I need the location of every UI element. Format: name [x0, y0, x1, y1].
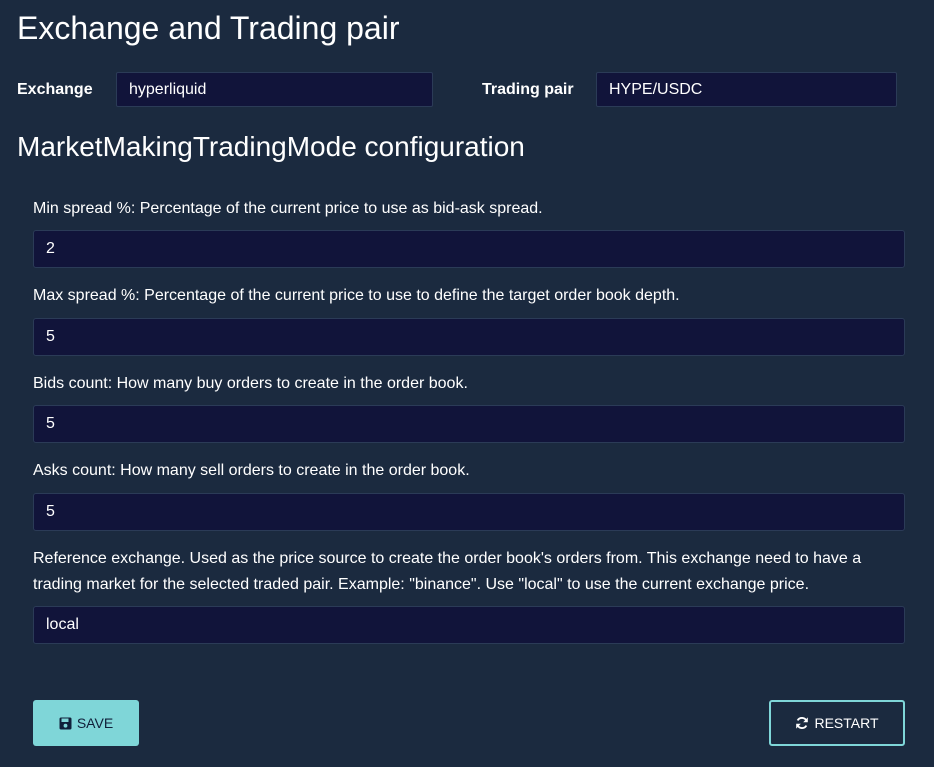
- max-spread-label: Max spread %: Percentage of the current …: [33, 287, 680, 304]
- bids-count-label: Bids count: How many buy orders to creat…: [33, 375, 468, 392]
- save-button[interactable]: SAVE: [33, 700, 139, 746]
- reference-exchange-label: Reference exchange. Used as the price so…: [33, 550, 862, 593]
- min-spread-label: Min spread %: Percentage of the current …: [33, 200, 543, 217]
- floppy-disk-icon: [59, 717, 72, 730]
- exchange-label: Exchange: [17, 81, 93, 98]
- save-button-label: SAVE: [76, 715, 114, 731]
- page: Exchange and Trading pair Exchange Tradi…: [0, 0, 934, 767]
- bids-count-field: Bids count: How many buy orders to creat…: [33, 371, 905, 443]
- asks-count-label: Asks count: How many sell orders to crea…: [33, 462, 470, 479]
- restart-button-label: RESTART: [814, 715, 879, 731]
- min-spread-field: Min spread %: Percentage of the current …: [33, 196, 905, 268]
- section-title-config: MarketMakingTradingMode configuration: [17, 131, 525, 162]
- asks-count-field: Asks count: How many sell orders to crea…: [33, 458, 905, 531]
- section-title-exchange: Exchange and Trading pair: [17, 10, 400, 46]
- min-spread-input[interactable]: [33, 230, 905, 268]
- trading-pair-input[interactable]: [596, 72, 897, 107]
- asks-count-input[interactable]: [33, 493, 905, 531]
- trading-pair-label: Trading pair: [482, 81, 574, 98]
- restart-button[interactable]: RESTART: [769, 700, 905, 746]
- bids-count-input[interactable]: [33, 405, 905, 443]
- max-spread-input[interactable]: [33, 318, 905, 356]
- refresh-icon: [795, 716, 809, 730]
- exchange-pair-row: Exchange Trading pair: [0, 72, 934, 108]
- reference-exchange-input[interactable]: [33, 606, 905, 644]
- max-spread-field: Max spread %: Percentage of the current …: [33, 283, 905, 356]
- exchange-input[interactable]: [116, 72, 433, 107]
- reference-exchange-field: Reference exchange. Used as the price so…: [33, 546, 905, 644]
